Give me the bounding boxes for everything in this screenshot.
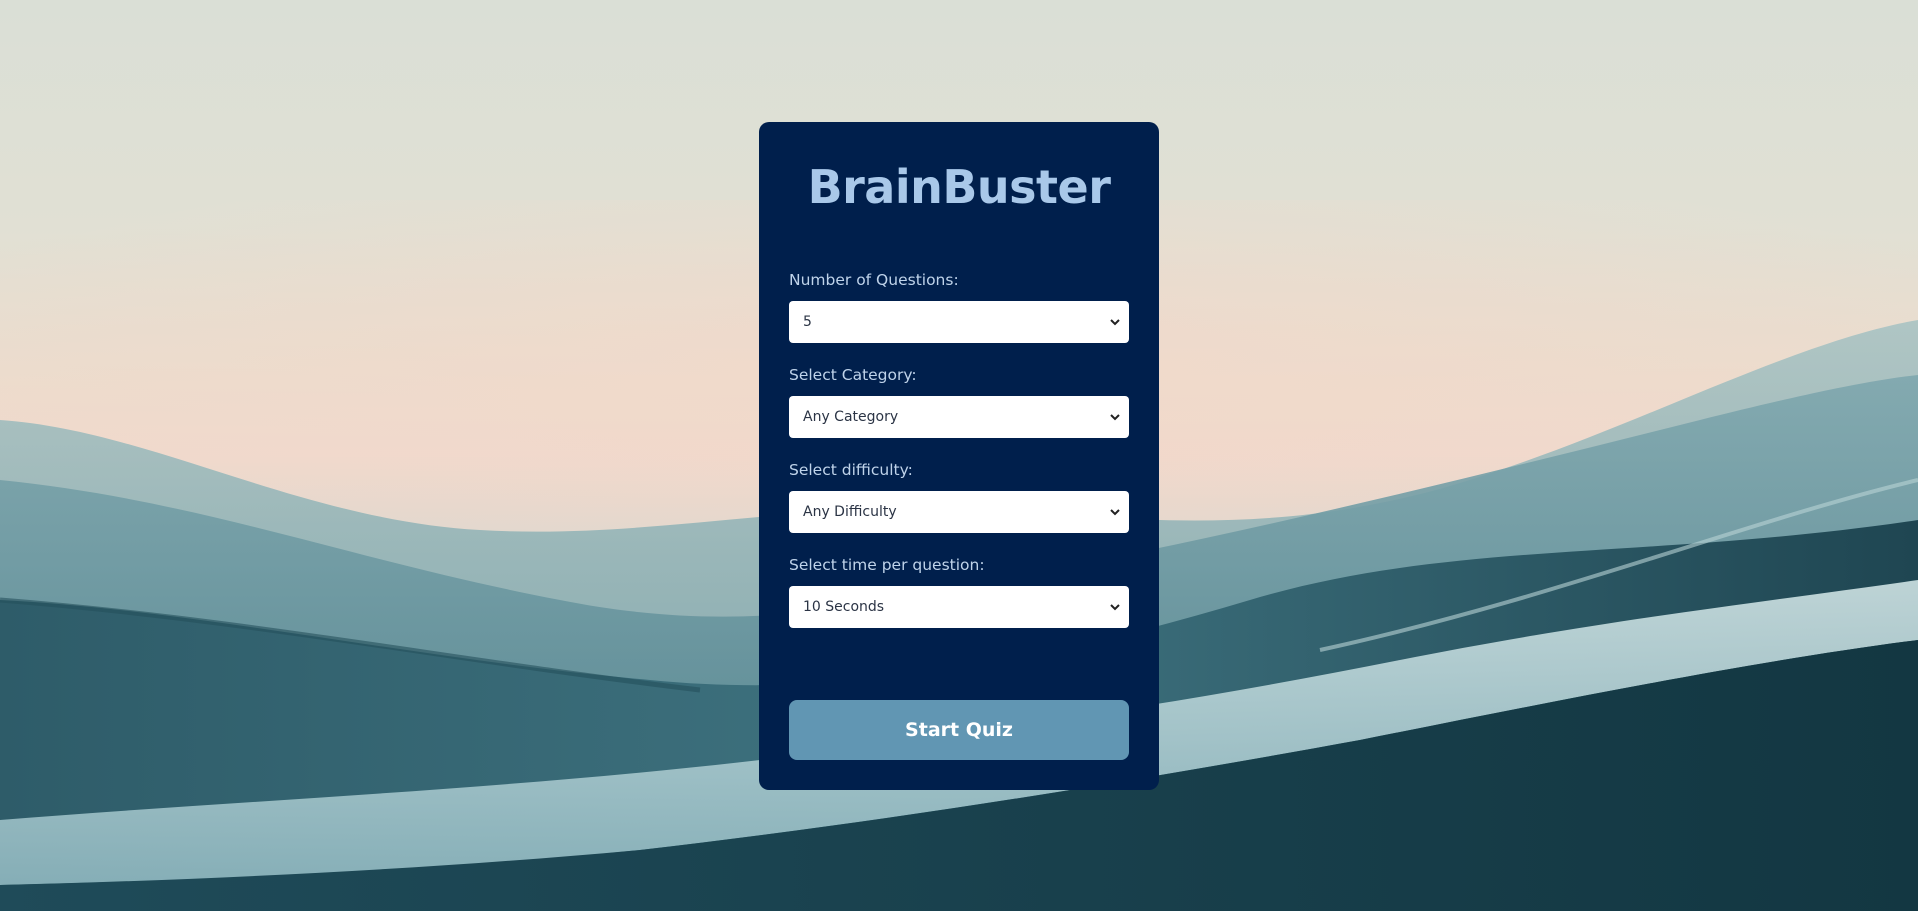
questions-label: Number of Questions: xyxy=(789,271,959,289)
questions-select[interactable]: 5 xyxy=(789,301,1129,343)
category-label: Select Category: xyxy=(789,366,917,384)
chevron-down-icon xyxy=(1110,509,1120,516)
questions-select-value: 5 xyxy=(803,314,812,330)
difficulty-field: Select difficulty: Any Difficulty xyxy=(789,461,1129,533)
questions-field: Number of Questions: 5 xyxy=(789,271,1129,343)
start-quiz-button[interactable]: Start Quiz xyxy=(789,700,1129,760)
category-select[interactable]: Any Category xyxy=(789,396,1129,438)
difficulty-select-value: Any Difficulty xyxy=(803,504,897,520)
quiz-setup-card: BrainBuster Number of Questions: 5 Selec… xyxy=(759,122,1159,790)
time-label: Select time per question: xyxy=(789,556,985,574)
chevron-down-icon xyxy=(1110,604,1120,611)
category-select-value: Any Category xyxy=(803,409,899,425)
time-select[interactable]: 10 Seconds xyxy=(789,586,1129,628)
chevron-down-icon xyxy=(1110,414,1120,421)
time-select-value: 10 Seconds xyxy=(803,599,885,615)
category-field: Select Category: Any Category xyxy=(789,366,1129,438)
chevron-down-icon xyxy=(1110,319,1120,326)
time-field: Select time per question: 10 Seconds xyxy=(789,556,1129,628)
app-title: BrainBuster xyxy=(807,160,1111,214)
difficulty-label: Select difficulty: xyxy=(789,461,913,479)
difficulty-select[interactable]: Any Difficulty xyxy=(789,491,1129,533)
